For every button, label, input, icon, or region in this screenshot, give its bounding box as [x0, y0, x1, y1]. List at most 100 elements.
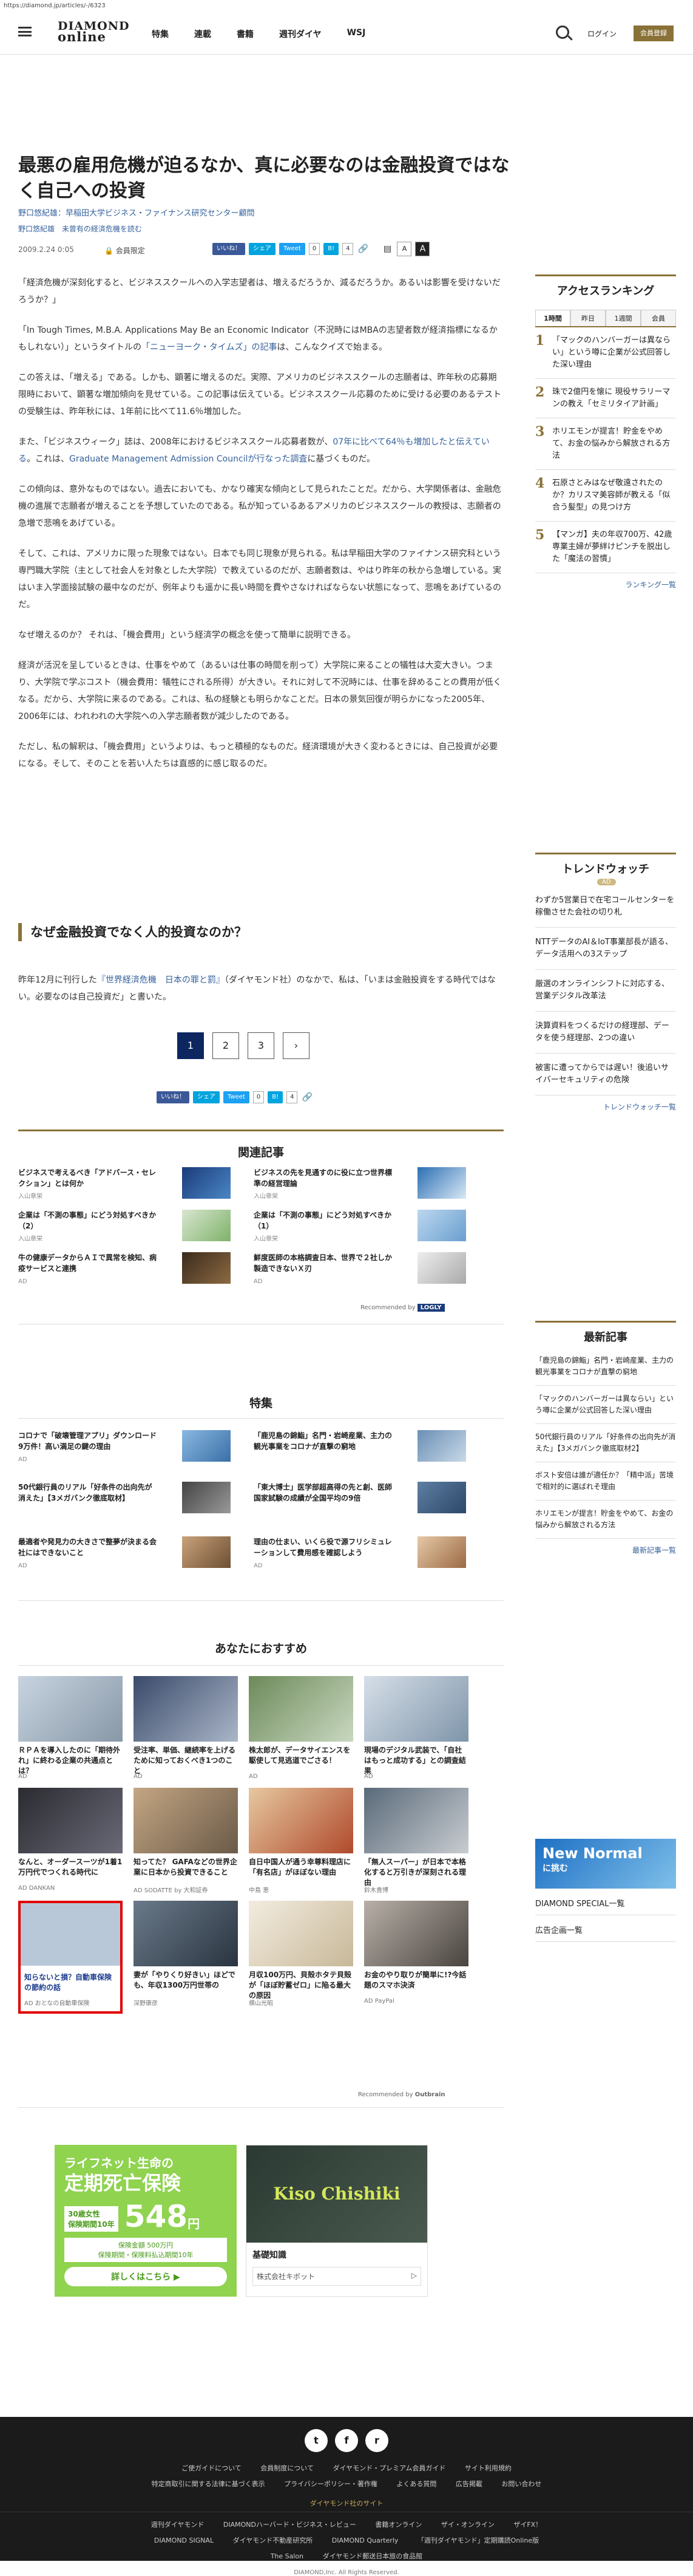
tokushu-thumb[interactable]	[417, 1482, 466, 1513]
kiso-ad[interactable]: Kiso Chishiki 基礎知識 株式会社キボット ▷	[246, 2145, 428, 2297]
logly-credit[interactable]: Recommended by LOGLY	[360, 1304, 445, 1312]
ranking-item[interactable]: 5 【マンガ】夫の年収700万、42歳専業主婦が夢絆けピンチを脱出した「魔法の習慣…	[535, 522, 676, 573]
nav-wsj[interactable]: WSJ	[347, 28, 366, 40]
osusume-title[interactable]: 月収100万円、貝殻ホタテ貝殻 が「ほぼ貯蓄ゼロ」に陥る最大の原因	[249, 1970, 353, 2001]
footer-link[interactable]: 広告掲載	[456, 2480, 482, 2488]
related-thumb[interactable]	[182, 1252, 231, 1284]
rss-icon[interactable]: r	[365, 2429, 388, 2452]
related-thumb[interactable]	[182, 1210, 231, 1241]
author-name-link[interactable]: 野口悠紀雄	[18, 225, 55, 233]
related-item[interactable]: 企業は「不測の事態」にどう対処すべきか（2） 入山章栄	[18, 1210, 158, 1245]
osusume-thumb[interactable]	[249, 1676, 353, 1742]
footer-link[interactable]: 会員制度について	[260, 2464, 314, 2472]
login-link[interactable]: ログイン	[587, 29, 617, 39]
trend-item[interactable]: わずか5営業日で在宅コールセンターを稼働させた会社の切り札	[535, 886, 676, 928]
ranking-tab-week[interactable]: 1週間	[606, 310, 641, 326]
trend-more-link[interactable]: トレンドウォッチ一覧	[535, 1102, 676, 1112]
osusume-title[interactable]: 株太郎が、データサイエンスを駆使して見逃道でごさる！	[249, 1745, 353, 1766]
hatena-bookmark-icon[interactable]: B!	[323, 243, 339, 255]
osusume-title[interactable]: 「無人スーパー」が日本で本格化すると万引きが深刻される理由	[364, 1857, 468, 1888]
share-button[interactable]: シェア	[249, 243, 276, 255]
osusume-thumb[interactable]	[364, 1788, 468, 1853]
url-bar[interactable]: https://diamond.jp/articles/-/6323	[0, 0, 693, 12]
footer-link[interactable]: プライバシーポリシー・著作権	[284, 2480, 377, 2488]
site-logo[interactable]: DIAMOND online	[58, 21, 129, 45]
tokushu-item[interactable]: 「東大博士」医学部超高得の先と創、医師国家試験の成績が全国平均の9倍	[254, 1482, 393, 1506]
tokushu-thumb[interactable]	[182, 1430, 231, 1462]
special-link[interactable]: DIAMOND SPECIAL一覧	[535, 1897, 676, 1915]
facebook-icon[interactable]: f	[335, 2429, 358, 2452]
latest-more-link[interactable]: 最新記事一覧	[535, 1545, 676, 1555]
osusume-thumb[interactable]	[18, 1788, 123, 1853]
share-button[interactable]: シェア	[193, 1091, 220, 1103]
tokushu-item[interactable]: 最適者や発見力の大きさで整夢が決まる会社にはできないこと AD	[18, 1536, 158, 1572]
osusume-title[interactable]: 受注率、単価、継続率を上げるために知っておくべき1つのこと	[134, 1745, 238, 1776]
tokushu-thumb[interactable]	[182, 1482, 231, 1513]
site-link[interactable]: The Salon	[271, 2552, 303, 2560]
ranking-more-link[interactable]: ランキング一覧	[535, 579, 676, 590]
nav-tokushu[interactable]: 特集	[152, 28, 169, 40]
osusume-title[interactable]: 現場のデジタル武装で、「自社はもっと成功する」との調査結果	[364, 1745, 468, 1776]
next-page-button[interactable]: ›	[283, 1032, 309, 1059]
page-2[interactable]: 2	[212, 1032, 239, 1059]
nyt-article-link[interactable]: 「ニューヨーク・タイムズ」の記事	[141, 342, 277, 352]
nav-weekly[interactable]: 週刊ダイヤ	[279, 28, 322, 40]
osusume-thumb[interactable]	[249, 1788, 353, 1853]
twitter-icon[interactable]: t	[305, 2429, 328, 2452]
site-link[interactable]: DIAMOND SIGNAL	[154, 2537, 214, 2544]
osusume-thumb[interactable]	[249, 1901, 353, 1966]
osusume-thumb[interactable]	[134, 1676, 238, 1742]
osusume-thumb[interactable]	[134, 1901, 238, 1966]
osusume-title[interactable]: 知らないと損？自動車保険の節約の話	[24, 1972, 115, 1993]
footer-link[interactable]: 特定商取引に関する法律に基づく表示	[152, 2480, 265, 2488]
trend-item[interactable]: NTTデータのAI＆IoT事業部長が語る、データ活用への3ステップ	[535, 928, 676, 970]
latest-item[interactable]: ボスト安倍は誰が適任か？「精中派」苦境で相対的に選ばれそ理由	[535, 1462, 676, 1501]
trend-item[interactable]: 決算資料をつくるだけの経理部、データを使う経理部、2つの違い	[535, 1012, 676, 1054]
hamburger-menu-icon[interactable]	[18, 27, 32, 36]
tokushu-thumb[interactable]	[417, 1536, 466, 1568]
site-link[interactable]: 「週刊ダイヤモンド」定期購読Online版	[417, 2537, 539, 2544]
font-large-button[interactable]: A	[415, 242, 430, 256]
tokushu-thumb[interactable]	[182, 1536, 231, 1568]
tokushu-item[interactable]: 50代銀行員のリアル「好条件の出向先が消えた」【3メガバンク徹底取材】	[18, 1482, 158, 1506]
site-link[interactable]: ザイFX！	[513, 2521, 542, 2529]
link-icon[interactable]: 🔗	[301, 1091, 313, 1103]
osusume-thumb[interactable]	[18, 1901, 123, 2014]
gmac-survey-link[interactable]: Graduate Management Admission Councilが行な…	[69, 454, 307, 464]
outbrain-credit[interactable]: Recommended by Outbrain	[358, 2091, 445, 2098]
latest-item[interactable]: ホリエモンが提言！貯金をやめて、お金の悩みから解放される方法	[535, 1501, 676, 1539]
ranking-item[interactable]: 3 ホリエモンが提言！貯金をやめて、お金の悩みから解放される方法	[535, 418, 676, 470]
facebook-like-button[interactable]: いいね！	[212, 243, 245, 255]
related-item[interactable]: 牛の健康データからＡＩで異常を検知、病疫サービスと連携 AD	[18, 1252, 158, 1287]
tokushu-item[interactable]: コロナで「破壊管理アプリ」ダウンロード9万件！高い満足の鍵の理由 AD	[18, 1430, 158, 1465]
tweet-button[interactable]: Tweet	[279, 243, 305, 255]
footer-link[interactable]: ダイヤモンド・プレミアム会員ガイド	[333, 2464, 445, 2472]
ranking-item[interactable]: 4 石原さとみはなぜ敬遠されたのか？カリスマ美容師が教える「似合う髪型」の見つけ方	[535, 470, 676, 522]
ranking-tab-hour[interactable]: 1時間	[535, 310, 570, 326]
facebook-like-button[interactable]: いいね！	[157, 1091, 189, 1103]
trend-item[interactable]: 厳選のオンラインシフトに対応する、営業デジタル改革法	[535, 970, 676, 1012]
adlist-link[interactable]: 広告企画一覧	[535, 1924, 676, 1942]
osusume-title[interactable]: お金のやり取りが簡単に!?今話題のスマホ決済	[364, 1970, 468, 1991]
insurance-ad[interactable]: ライフネット生命の 定期死亡保険 30歳女性 保険期間10年 548 円 保険金額…	[55, 2145, 237, 2297]
ranking-item[interactable]: 1 「マックのハンバーガーは異ならい」という噂に企業が公式回答した深い理由	[535, 327, 676, 379]
font-small-button[interactable]: A	[397, 242, 412, 256]
site-link[interactable]: DIAMOND Quarterly	[332, 2537, 399, 2544]
page-3[interactable]: 3	[248, 1032, 274, 1059]
book-link[interactable]: 『世界経済危機 日本の罪と罰』	[97, 975, 225, 985]
ranking-item[interactable]: 2 珠で2億円を懐に 現役サラリーマンの教え「セミリタイア計画」	[535, 379, 676, 418]
footer-link[interactable]: よくある質問	[396, 2480, 436, 2488]
latest-item[interactable]: 「鹿児島の錦鮨」名門・岩崎産業、主力の観光事業をコロナが直撃の窮地	[535, 1348, 676, 1386]
register-button[interactable]: 会員登録	[634, 26, 674, 41]
related-item[interactable]: 鮮度医師の本格調査日本、世界で２社しか製造できないＸ刃 AD	[254, 1252, 393, 1287]
related-thumb[interactable]	[417, 1167, 466, 1199]
site-link[interactable]: DIAMONDハーバード・ビジネス・レビュー	[223, 2521, 356, 2529]
osusume-thumb[interactable]	[364, 1901, 468, 1966]
tokushu-item[interactable]: 「鹿児島の錦鮨」名門・岩崎産業、主力の観光事業をコロナが直撃の窮地	[254, 1430, 393, 1454]
related-item[interactable]: ビジネスの先を見通すのに役に立つ世界標準の経営理論 入山章栄	[254, 1167, 393, 1202]
related-item[interactable]: ビジネスで考えるべき「アドバース・セレクション」とは何か 入山章栄	[18, 1167, 158, 1202]
site-link[interactable]: 書籍オンライン	[375, 2521, 422, 2529]
footer-link[interactable]: お問い合わせ	[501, 2480, 541, 2488]
osusume-title[interactable]: 妻が「やりくり好きい」ほどでも、年収1300万円世帯の	[134, 1970, 238, 1991]
series-link[interactable]: 未曾有の経済危機を読む	[62, 225, 142, 233]
